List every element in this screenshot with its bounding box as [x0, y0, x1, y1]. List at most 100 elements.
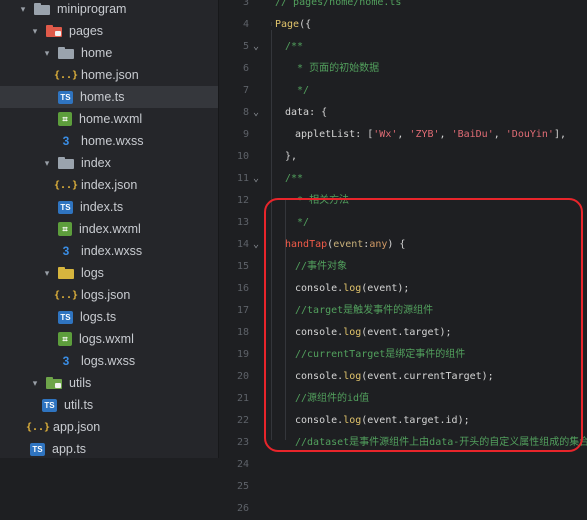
- code-token: (event.target.id);: [361, 415, 470, 426]
- fold-chevron-icon[interactable]: ⌄: [249, 168, 263, 190]
- code-token: console: [295, 415, 338, 426]
- folder-item[interactable]: ▾ logs: [0, 262, 218, 284]
- file-item[interactable]: 3 home.wxss: [0, 130, 218, 152]
- line-number: 4: [242, 19, 249, 30]
- code-token: appletList: [295, 129, 356, 140]
- code-token: handTap: [285, 239, 328, 250]
- file-item[interactable]: TS logs.ts: [0, 306, 218, 328]
- file-item[interactable]: {..} home.json: [0, 64, 218, 86]
- code-editor[interactable]: // pages/home/home.ts Page({/** * 页面的初始数据…: [267, 0, 587, 458]
- code-token: ) {: [387, 239, 406, 250]
- folder-icon: [58, 157, 74, 169]
- folder-item[interactable]: ▾ utils: [0, 372, 218, 394]
- code-token: ,: [397, 129, 410, 140]
- chevron-down-icon[interactable]: ▾: [30, 378, 40, 388]
- code-token: //target是触发事件的源组件: [295, 305, 434, 316]
- code-token: log: [343, 415, 362, 426]
- chevron-down-icon[interactable]: ▾: [42, 158, 52, 168]
- item-label: pages: [69, 24, 104, 38]
- code-token: console: [295, 283, 338, 294]
- code-line: console.log(event);: [295, 278, 409, 300]
- json-file-icon: {..}: [53, 69, 79, 81]
- item-label: logs: [81, 266, 104, 280]
- code-token: data: [285, 107, 310, 118]
- indent-guide: [271, 30, 272, 440]
- code-line: //源组件的id值: [295, 388, 369, 410]
- code-token: 'DouYin': [505, 129, 554, 140]
- line-number: 23: [236, 437, 249, 448]
- code-line: //target是触发事件的源组件: [295, 300, 433, 322]
- code-line: appletList: ['Wx', 'ZYB', 'BaiDu', 'DouY…: [295, 124, 566, 146]
- folder-icon: [34, 3, 50, 15]
- code-token: ,: [493, 129, 506, 140]
- chevron-down-icon[interactable]: ▾: [18, 4, 28, 14]
- file-explorer: ▾ miniprogram ▾ pages ▾ home {..} home.json TS ho…: [0, 0, 219, 458]
- code-token: //currentTarget是绑定事件的组件: [295, 349, 466, 360]
- fold-chevron-icon[interactable]: ⌄: [249, 234, 263, 256]
- code-line: /**: [285, 168, 303, 190]
- file-item[interactable]: TS home.ts: [0, 86, 218, 108]
- code-line: data: {: [285, 102, 327, 124]
- ts-file-icon: TS: [58, 90, 73, 104]
- line-number: 7: [242, 85, 249, 96]
- code-token: log: [343, 283, 362, 294]
- line-number: 24: [236, 459, 249, 470]
- code-token: event: [333, 239, 364, 250]
- chevron-down-icon[interactable]: ▾: [30, 26, 40, 36]
- file-item[interactable]: TS index.ts: [0, 196, 218, 218]
- folder-item[interactable]: ▾ pages: [0, 20, 218, 42]
- item-label: home: [81, 46, 113, 60]
- code-token: 'Wx': [373, 129, 398, 140]
- code-token: * 相关方法: [285, 195, 350, 206]
- code-line: * 相关方法: [285, 190, 349, 212]
- item-label: index.json: [81, 178, 138, 192]
- folder-item[interactable]: ▾ index: [0, 152, 218, 174]
- item-label: utils: [69, 376, 92, 390]
- file-item[interactable]: ⌗ logs.wxml: [0, 328, 218, 350]
- file-item[interactable]: 3 index.wxss: [0, 240, 218, 262]
- item-label: app.json: [53, 420, 101, 434]
- code-token: /**: [285, 173, 304, 184]
- item-label: logs.wxss: [81, 354, 136, 368]
- file-item[interactable]: 3 logs.wxss: [0, 350, 218, 372]
- line-number: 21: [236, 393, 249, 404]
- code-token: //dataset是事件源组件上由data-开头的自定义属性组成的集合: [295, 437, 587, 448]
- fold-chevron-icon[interactable]: ⌄: [249, 102, 263, 124]
- code-token: : {: [309, 107, 328, 118]
- folder-item[interactable]: ▾ home: [0, 42, 218, 64]
- line-number: 25: [236, 481, 249, 492]
- line-number: 6: [242, 63, 249, 74]
- file-item[interactable]: ⌗ index.wxml: [0, 218, 218, 240]
- file-item[interactable]: TS util.ts: [0, 394, 218, 416]
- file-item[interactable]: {..} app.json: [0, 416, 218, 438]
- code-token: (event.currentTarget);: [361, 371, 494, 382]
- chevron-down-icon[interactable]: ▾: [42, 268, 52, 278]
- code-token: * 页面的初始数据: [285, 63, 380, 74]
- code-token: Page: [275, 19, 300, 30]
- file-item[interactable]: {..} index.json: [0, 174, 218, 196]
- folder-icon: [58, 47, 74, 59]
- fold-chevron-icon[interactable]: ⌄: [249, 36, 263, 58]
- file-item[interactable]: {..} logs.json: [0, 284, 218, 306]
- line-number: 11: [236, 173, 249, 184]
- code-token: // pages/home/home.ts: [275, 0, 402, 8]
- line-number: 10: [236, 151, 249, 162]
- code-token: any: [369, 239, 388, 250]
- code-token: ],: [553, 129, 566, 140]
- folder-icon: [46, 25, 62, 37]
- code-line: console.log(event.target);: [295, 322, 452, 344]
- code-line: handTap(event:any) {: [285, 234, 405, 256]
- chevron-down-icon[interactable]: ▾: [42, 48, 52, 58]
- indent-guide: [271, 22, 272, 26]
- file-item[interactable]: ⌗ home.wxml: [0, 108, 218, 130]
- folder-item[interactable]: ▾ miniprogram: [0, 0, 218, 20]
- code-token: 'ZYB': [409, 129, 440, 140]
- code-line: * 页面的初始数据: [285, 58, 379, 80]
- line-number: 15: [236, 261, 249, 272]
- ide-window: ▾ miniprogram ▾ pages ▾ home {..} home.json TS ho…: [0, 0, 587, 514]
- line-number: 18: [236, 327, 249, 338]
- file-item[interactable]: TS app.ts: [0, 438, 218, 458]
- line-number: 5: [242, 41, 249, 52]
- line-number: 3: [242, 0, 249, 8]
- line-number: 20: [236, 371, 249, 382]
